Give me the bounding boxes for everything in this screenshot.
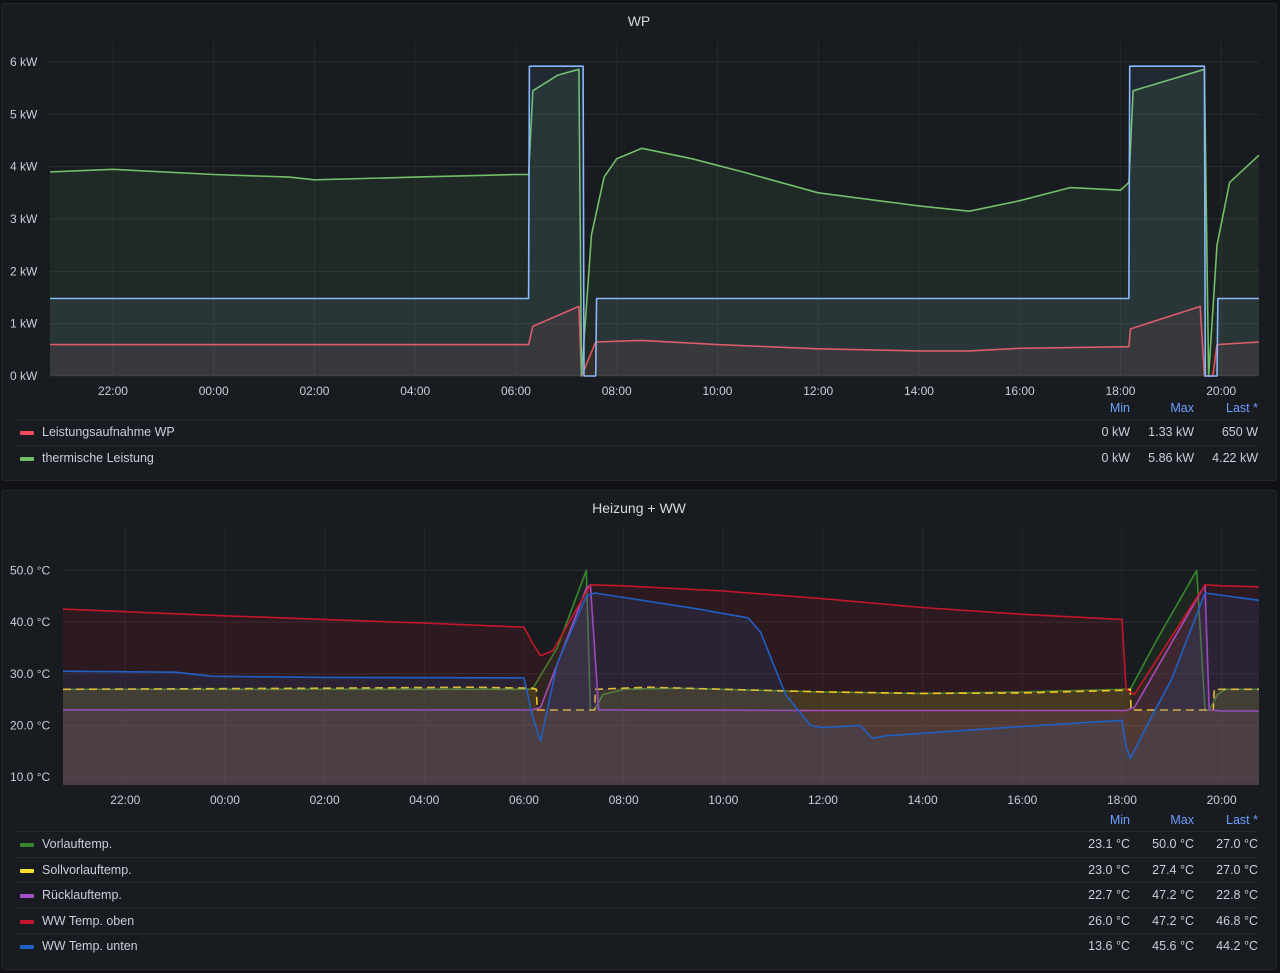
legend-header-last[interactable]: Last * xyxy=(1226,813,1258,827)
legend-item-ww-temp-unten[interactable]: WW Temp. unten 13.6 °C 45.6 °C 44.2 °C xyxy=(14,933,1258,959)
legend-heizung-ww: Min Max Last * Vorlauftemp. 23.1 °C 50.0… xyxy=(14,809,1258,959)
legend-wp: Min Max Last * Leistungsaufnahme WP 0 kW… xyxy=(14,397,1258,470)
legend-min: 0 kW xyxy=(1101,425,1130,439)
legend-item-ww-temp-oben[interactable]: WW Temp. oben 26.0 °C 47.2 °C 46.8 °C xyxy=(14,907,1258,934)
x-tick-label: 10:00 xyxy=(702,384,732,398)
legend-swatch xyxy=(20,868,34,873)
legend-header-min[interactable]: Min xyxy=(1110,401,1130,415)
x-tick-label: 12:00 xyxy=(803,384,833,398)
legend-last: 4.22 kW xyxy=(1212,450,1258,465)
x-tick-label: 16:00 xyxy=(1005,384,1035,398)
x-tick-label: 18:00 xyxy=(1107,793,1137,807)
y-tick-label: 40.0 °C xyxy=(10,615,50,629)
legend-header-min[interactable]: Min xyxy=(1110,813,1130,827)
legend-swatch xyxy=(20,431,34,435)
panel-wp[interactable]: WP 0 kW 1 kW 2 kW 3 kW 4 kW 5 kW 6 kW 22:00 00:0… xyxy=(1,3,1277,481)
legend-label[interactable]: Rücklauftemp. xyxy=(42,888,122,902)
x-tick-label: 22:00 xyxy=(98,384,128,398)
legend-min: 22.7 °C xyxy=(1088,888,1130,902)
legend-min: 0 kW xyxy=(1101,450,1130,465)
x-tick-label: 16:00 xyxy=(1007,793,1037,807)
panel-heizung-ww[interactable]: Heizung + WW 10.0 °C 20.0 °C 30.0 °C 40.0 °… xyxy=(1,490,1277,970)
x-tick-label: 04:00 xyxy=(409,793,439,807)
x-tick-label: 12:00 xyxy=(808,793,838,807)
x-tick-label: 06:00 xyxy=(509,793,539,807)
x-tick-label: 06:00 xyxy=(501,384,531,398)
x-tick-label: 10:00 xyxy=(708,793,738,807)
legend-label[interactable]: thermische Leistung xyxy=(42,451,154,465)
legend-header: Min Max Last * xyxy=(14,809,1258,831)
y-tick-label: 3 kW xyxy=(10,212,38,226)
legend-label[interactable]: Sollvorlauftemp. xyxy=(42,863,132,877)
x-tick-label: 00:00 xyxy=(199,384,229,398)
x-tick-label: 14:00 xyxy=(904,384,934,398)
x-tick-label: 20:00 xyxy=(1206,384,1236,398)
y-tick-label: 50.0 °C xyxy=(10,563,50,577)
y-tick-label: 2 kW xyxy=(10,264,38,278)
legend-item-leistungsaufnahme[interactable]: Leistungsaufnahme WP 0 kW 1.33 kW 650 W xyxy=(14,419,1258,445)
legend-header-max[interactable]: Max xyxy=(1170,401,1194,415)
legend-min: 26.0 °C xyxy=(1088,913,1130,928)
legend-max: 50.0 °C xyxy=(1152,837,1194,851)
x-tick-label: 02:00 xyxy=(310,793,340,807)
chart-heizung-ww[interactable]: 10.0 °C 20.0 °C 30.0 °C 40.0 °C 50.0 °C 22:00… xyxy=(2,491,1278,813)
legend-item-thermische-leistung[interactable]: thermische Leistung 0 kW 5.86 kW 4.22 kW xyxy=(14,444,1258,471)
x-tick-label: 18:00 xyxy=(1105,384,1135,398)
y-tick-label: 6 kW xyxy=(10,55,38,69)
legend-min: 13.6 °C xyxy=(1088,939,1130,953)
y-tick-label: 0 kW xyxy=(10,369,38,383)
x-tick-label: 14:00 xyxy=(908,793,938,807)
x-tick-label: 08:00 xyxy=(609,793,639,807)
legend-label[interactable]: WW Temp. oben xyxy=(42,914,134,928)
legend-max: 27.4 °C xyxy=(1152,862,1194,877)
legend-swatch xyxy=(20,945,34,949)
legend-max: 1.33 kW xyxy=(1148,425,1194,439)
y-tick-label: 30.0 °C xyxy=(10,667,50,681)
legend-max: 47.2 °C xyxy=(1152,913,1194,928)
legend-max: 47.2 °C xyxy=(1152,888,1194,902)
legend-item-vorlauftemp[interactable]: Vorlauftemp. 23.1 °C 50.0 °C 27.0 °C xyxy=(14,831,1258,857)
legend-swatch xyxy=(20,843,34,847)
legend-last: 46.8 °C xyxy=(1216,913,1258,928)
legend-min: 23.0 °C xyxy=(1088,862,1130,877)
x-tick-label: 00:00 xyxy=(210,793,240,807)
x-tick-label: 08:00 xyxy=(602,384,632,398)
legend-header: Min Max Last * xyxy=(14,397,1258,419)
chart-wp[interactable]: 0 kW 1 kW 2 kW 3 kW 4 kW 5 kW 6 kW 22:00 00:00 02… xyxy=(2,4,1278,404)
legend-label[interactable]: WW Temp. unten xyxy=(42,939,138,953)
legend-label[interactable]: Vorlauftemp. xyxy=(42,837,112,851)
y-tick-label: 10.0 °C xyxy=(10,770,50,784)
legend-item-ruecklauftemp[interactable]: Rücklauftemp. 22.7 °C 47.2 °C 22.8 °C xyxy=(14,882,1258,908)
legend-max: 5.86 kW xyxy=(1148,450,1194,465)
legend-last: 44.2 °C xyxy=(1216,939,1258,953)
y-tick-label: 5 kW xyxy=(10,107,38,121)
legend-last: 650 W xyxy=(1221,425,1258,439)
x-tick-label: 02:00 xyxy=(299,384,329,398)
legend-last: 27.0 °C xyxy=(1216,862,1258,877)
y-tick-label: 1 kW xyxy=(10,317,38,331)
legend-swatch xyxy=(20,894,34,898)
legend-last: 27.0 °C xyxy=(1216,837,1258,851)
legend-header-max[interactable]: Max xyxy=(1170,813,1194,827)
x-tick-label: 22:00 xyxy=(110,793,140,807)
legend-item-sollvorlauftemp[interactable]: Sollvorlauftemp. 23.0 °C 27.4 °C 27.0 °C xyxy=(14,856,1258,883)
legend-swatch xyxy=(20,919,34,924)
y-tick-label: 20.0 °C xyxy=(10,719,50,733)
x-tick-label: 20:00 xyxy=(1207,793,1237,807)
x-tick-label: 04:00 xyxy=(400,384,430,398)
legend-label[interactable]: Leistungsaufnahme WP xyxy=(42,425,175,439)
y-tick-label: 4 kW xyxy=(10,160,38,174)
legend-max: 45.6 °C xyxy=(1152,939,1194,953)
legend-header-last[interactable]: Last * xyxy=(1226,401,1258,415)
legend-last: 22.8 °C xyxy=(1216,888,1258,902)
legend-swatch xyxy=(20,456,34,461)
legend-min: 23.1 °C xyxy=(1088,837,1130,851)
